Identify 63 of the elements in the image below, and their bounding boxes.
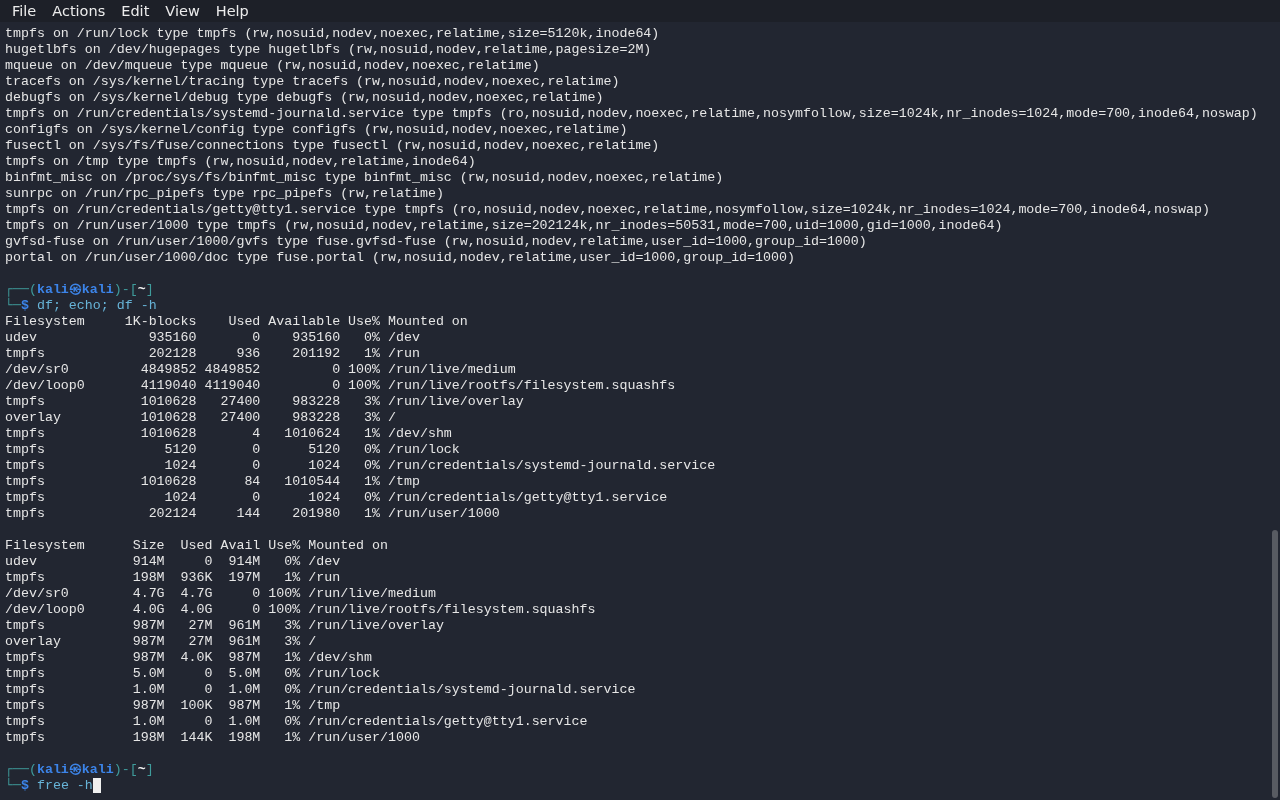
output-line: fusectl on /sys/fs/fuse/connections type fusectl (rw,nosuid,nodev,noexec,relatime): [5, 138, 661, 154]
output-line: tmpfs 1010628 27400 983228 3% /run/live/overlay: [5, 394, 525, 410]
output-line: tmpfs 5120 0 5120 0% /run/lock: [5, 442, 461, 458]
prompt-text: $: [20, 298, 29, 313]
output-line: tmpfs on /run/lock type tmpfs (rw,nosuid,nodev,noexec,relatime,size=5120k,inode64): [5, 26, 661, 42]
prompt-text: kali㉿kali: [36, 762, 114, 777]
output-line: Filesystem Size Used Avail Use% Mounted on: [5, 538, 389, 554]
output-line: tmpfs on /run/user/1000 type tmpfs (rw,nosuid,nodev,relatime,size=202124k,nr_inodes=50531,mode=700,uid=1000,gid=1000,inode64): [5, 218, 1004, 234]
output-line: tmpfs 987M 100K 987M 1% /tmp: [5, 698, 342, 714]
output-line: configfs on /sys/kernel/config type configfs (rw,nosuid,nodev,noexec,relatime): [5, 122, 629, 138]
prompt-text: └─: [5, 778, 21, 793]
prompt-text: ┌──(: [5, 282, 37, 297]
output-line: sunrpc on /run/rpc_pipefs type rpc_pipefs (rw,relatime): [5, 186, 445, 202]
output-line: tmpfs 1024 0 1024 0% /run/credentials/systemd-journald.service: [5, 458, 717, 474]
prompt-text: ~: [137, 762, 146, 777]
prompt-text: ~: [137, 282, 146, 297]
prompt-text: ]: [145, 762, 154, 777]
output-line: overlay 987M 27M 961M 3% /: [5, 634, 318, 650]
prompt-text: └─: [5, 298, 21, 313]
scrollbar-thumb[interactable]: [1272, 530, 1278, 798]
output-line: /dev/loop0 4119040 4119040 0 100% /run/live/rootfs/filesystem.squashfs: [5, 378, 677, 394]
menu-item[interactable]: File: [4, 0, 45, 22]
prompt-text: $: [20, 778, 29, 793]
menu-item[interactable]: Help: [207, 0, 257, 22]
output-line: tmpfs 1024 0 1024 0% /run/credentials/getty@tty1.service: [5, 490, 669, 506]
output-line: tmpfs 198M 144K 198M 1% /run/user/1000: [5, 730, 421, 746]
output-line: Filesystem 1K-blocks Used Available Use% Mounted on: [5, 314, 469, 330]
output-line: portal on /run/user/1000/doc type fuse.portal (rw,nosuid,nodev,relatime,user_id=1000,group_id=1000): [5, 250, 796, 266]
output-line: mqueue on /dev/mqueue type mqueue (rw,nosuid,nodev,noexec,relatime): [5, 58, 541, 74]
output-line: tmpfs on /run/credentials/systemd-journald.service type tmpfs (ro,nosuid,nodev,noexec,relatime,nosymfollow,size=1024k,nr_inodes=1024,mode=700,inode64,noswap): [5, 106, 1259, 122]
menu-item[interactable]: Actions: [44, 0, 114, 22]
command-text: free -h: [36, 778, 93, 793]
output-line: tmpfs 1010628 4 1010624 1% /dev/shm: [5, 426, 453, 442]
output-line: gvfsd-fuse on /run/user/1000/gvfs type fuse.gvfsd-fuse (rw,nosuid,nodev,relatime,user_id=1000,group_id=1000): [5, 234, 868, 250]
output-line: tmpfs 1.0M 0 1.0M 0% /run/credentials/getty@tty1.service: [5, 714, 589, 730]
command-text: df; echo; df -h: [36, 298, 157, 313]
prompt-text: ]: [145, 282, 154, 297]
output-line: udev 914M 0 914M 0% /dev: [5, 554, 342, 570]
output-line: /dev/sr0 4849852 4849852 0 100% /run/live/medium: [5, 362, 517, 378]
output-line: tmpfs 202124 144 201980 1% /run/user/1000: [5, 506, 501, 522]
output-line: tmpfs 1.0M 0 1.0M 0% /run/credentials/systemd-journald.service: [5, 682, 637, 698]
menu-item[interactable]: Edit: [113, 0, 158, 22]
output-line: overlay 1010628 27400 983228 3% /: [5, 410, 397, 426]
output-line: tmpfs on /run/credentials/getty@tty1.service type tmpfs (ro,nosuid,nodev,noexec,relatime,nosymfollow,size=1024k,nr_inodes=1024,mode=700,inode64,noswap): [5, 202, 1211, 218]
output-line: hugetlbfs on /dev/hugepages type hugetlbfs (rw,nosuid,nodev,relatime,pagesize=2M): [5, 42, 653, 58]
output-line: tmpfs 5.0M 0 5.0M 0% /run/lock: [5, 666, 382, 682]
prompt-text: ┌──(: [5, 762, 37, 777]
output-line: /dev/sr0 4.7G 4.7G 0 100% /run/live/medium: [5, 586, 437, 602]
output-line: tmpfs on /tmp type tmpfs (rw,nosuid,nodev,relatime,inode64): [5, 154, 477, 170]
output-line: tracefs on /sys/kernel/tracing type tracefs (rw,nosuid,nodev,noexec,relatime): [5, 74, 621, 90]
prompt-text: kali㉿kali: [36, 282, 114, 297]
output-line: tmpfs 198M 936K 197M 1% /run: [5, 570, 342, 586]
output-line: tmpfs 202128 936 201192 1% /run: [5, 346, 421, 362]
output-line: udev 935160 0 935160 0% /dev: [5, 330, 421, 346]
output-line: tmpfs 1010628 84 1010544 1% /tmp: [5, 474, 421, 490]
prompt-text: )-[: [113, 762, 138, 777]
output-line: debugfs on /sys/kernel/debug type debugfs (rw,nosuid,nodev,noexec,relatime): [5, 90, 605, 106]
output-line: tmpfs 987M 27M 961M 3% /run/live/overlay: [5, 618, 445, 634]
prompt-text: )-[: [113, 282, 138, 297]
output-line: /dev/loop0 4.0G 4.0G 0 100% /run/live/rootfs/filesystem.squashfs: [5, 602, 597, 618]
output-line: binfmt_misc on /proc/sys/fs/binfmt_misc type binfmt_misc (rw,nosuid,nodev,noexec,relatime): [5, 170, 725, 186]
menu-item[interactable]: View: [157, 0, 208, 22]
output-line: tmpfs 987M 4.0K 987M 1% /dev/shm: [5, 650, 374, 666]
